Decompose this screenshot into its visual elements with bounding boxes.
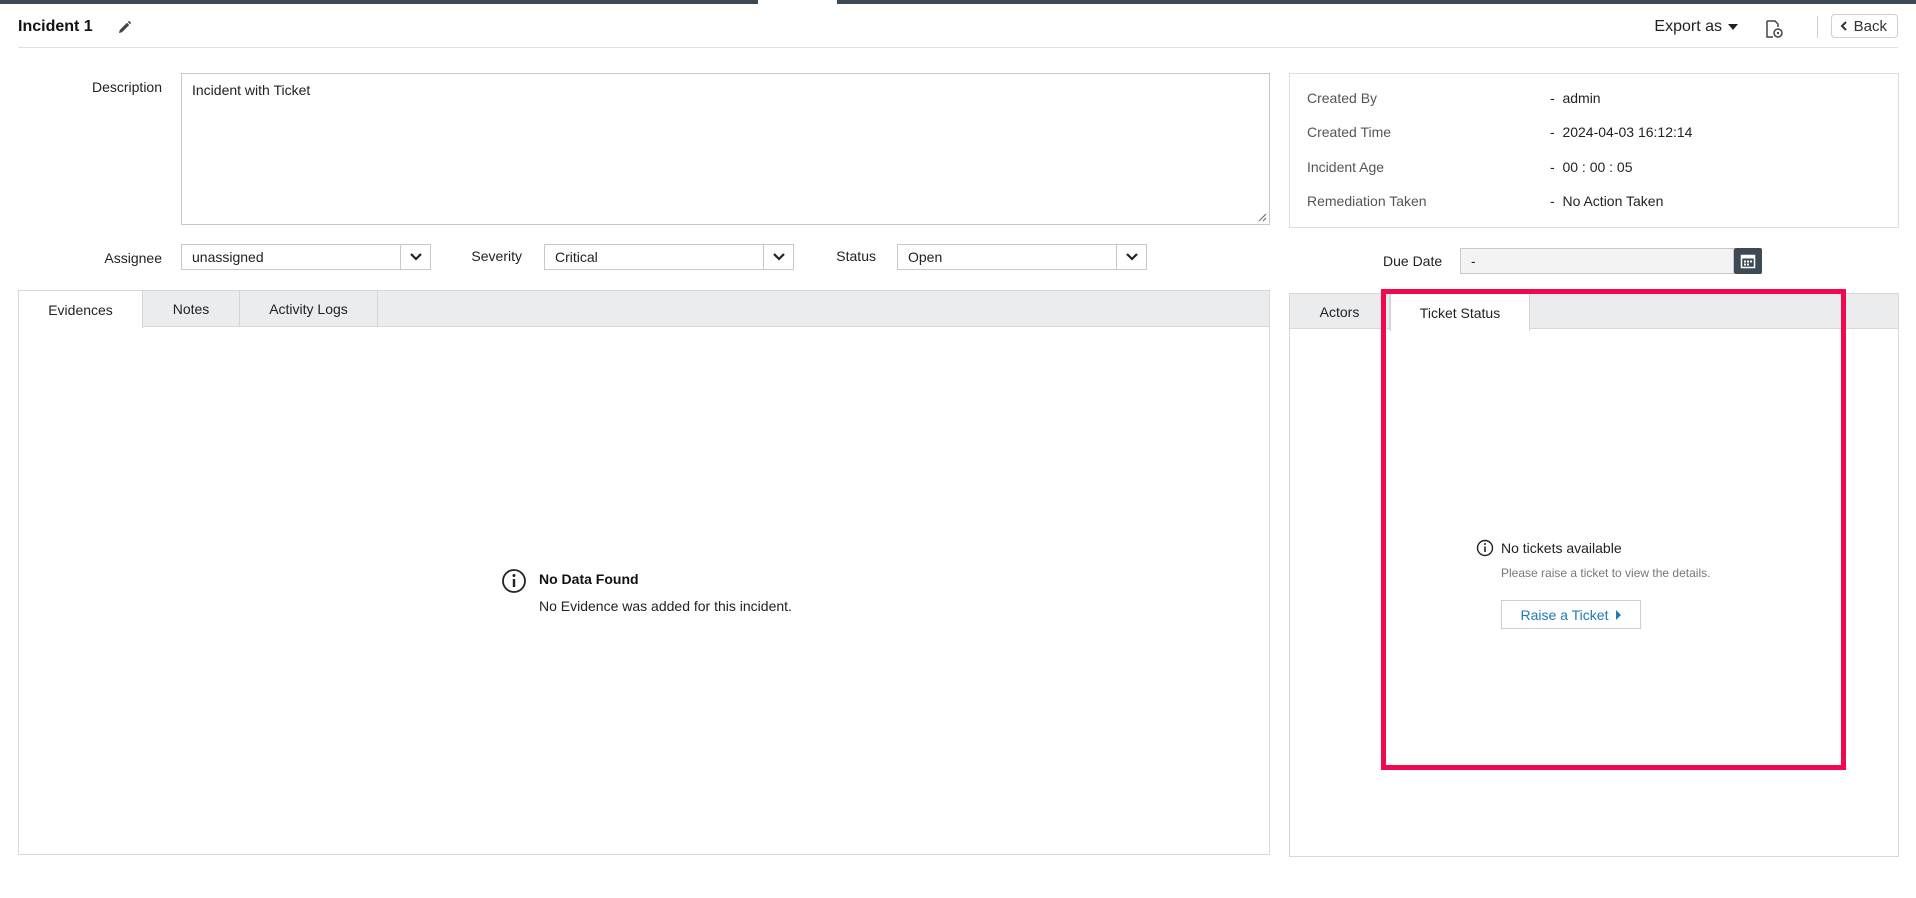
description-label: Description bbox=[91, 79, 162, 95]
raise-ticket-button[interactable]: Raise a Ticket bbox=[1501, 600, 1641, 629]
remediation-label: Remediation Taken bbox=[1307, 193, 1427, 209]
separator: - bbox=[1550, 90, 1555, 106]
tab-notes[interactable]: Notes bbox=[143, 291, 240, 327]
due-date-label: Due Date bbox=[1383, 253, 1443, 269]
pencil-icon[interactable] bbox=[113, 17, 135, 39]
due-date-input[interactable]: - bbox=[1460, 248, 1734, 274]
tab-evidences[interactable]: Evidences bbox=[19, 291, 143, 328]
report-settings-icon[interactable] bbox=[1762, 17, 1786, 41]
top-progress-bar-left bbox=[0, 0, 758, 4]
created-by-value: admin bbox=[1562, 90, 1601, 106]
created-time-value: 2024-04-03 16:12:14 bbox=[1562, 124, 1693, 140]
caret-right-icon bbox=[1616, 609, 1622, 620]
page-title: Incident 1 bbox=[18, 18, 93, 35]
status-label: Status bbox=[836, 248, 876, 264]
left-tab-bar: Evidences Notes Activity Logs bbox=[19, 291, 1269, 328]
remediation-value: No Action Taken bbox=[1562, 193, 1664, 209]
severity-label: Severity bbox=[471, 248, 522, 264]
export-as-dropdown[interactable]: Export as bbox=[1654, 18, 1738, 36]
separator: - bbox=[1550, 159, 1555, 175]
raise-ticket-label: Raise a Ticket bbox=[1520, 606, 1609, 623]
tab-activity-logs[interactable]: Activity Logs bbox=[240, 291, 378, 327]
status-value: Open bbox=[908, 249, 943, 265]
chevron-down-icon bbox=[763, 245, 793, 269]
incident-info-panel: Created By - admin Created Time - 2024-0… bbox=[1289, 73, 1899, 228]
assignee-label: Assignee bbox=[104, 250, 162, 266]
incident-age-value: 00 : 00 : 05 bbox=[1562, 159, 1633, 175]
info-icon bbox=[501, 568, 527, 594]
severity-select[interactable]: Critical bbox=[544, 244, 794, 270]
created-time-label: Created Time bbox=[1307, 124, 1392, 140]
chevron-left-icon bbox=[1840, 21, 1847, 31]
export-as-label: Export as bbox=[1654, 18, 1722, 35]
separator: - bbox=[1550, 124, 1555, 140]
assignee-value: unassigned bbox=[192, 249, 264, 265]
incident-age-label: Incident Age bbox=[1307, 159, 1385, 175]
no-data-title: No Data Found bbox=[539, 571, 639, 587]
description-value: Incident with Ticket bbox=[192, 82, 311, 98]
chevron-down-icon bbox=[400, 245, 430, 269]
no-tickets-message: Please raise a ticket to view the detail… bbox=[1501, 566, 1711, 580]
description-textarea[interactable]: Incident with Ticket bbox=[181, 73, 1270, 225]
calendar-button[interactable] bbox=[1734, 248, 1762, 274]
info-icon bbox=[1476, 539, 1494, 557]
caret-down-icon bbox=[1728, 23, 1738, 30]
no-data-message: No Evidence was added for this incident. bbox=[539, 598, 792, 614]
separator: - bbox=[1550, 193, 1555, 209]
back-button[interactable]: Back bbox=[1830, 14, 1898, 38]
tab-actors[interactable]: Actors bbox=[1290, 294, 1390, 330]
assignee-select[interactable]: unassigned bbox=[181, 244, 431, 270]
header-divider bbox=[1817, 16, 1818, 38]
created-by-label: Created By bbox=[1307, 90, 1378, 106]
no-tickets-title: No tickets available bbox=[1501, 540, 1622, 556]
status-select[interactable]: Open bbox=[897, 244, 1147, 270]
tab-ticket-status[interactable]: Ticket Status bbox=[1390, 294, 1530, 331]
top-progress-bar-right bbox=[837, 0, 1916, 4]
due-date-value: - bbox=[1471, 253, 1476, 269]
chevron-down-icon bbox=[1116, 245, 1146, 269]
resize-grip-icon[interactable] bbox=[1257, 212, 1267, 222]
page-header: Incident 1 Export as Back bbox=[18, 14, 1898, 48]
calendar-icon bbox=[1740, 254, 1756, 269]
ticket-status-panel: Actors Ticket Status No tickets availabl… bbox=[1289, 293, 1899, 857]
severity-value: Critical bbox=[555, 249, 598, 265]
evidences-panel: Evidences Notes Activity Logs No Data Fo… bbox=[18, 290, 1270, 855]
right-tab-bar: Actors Ticket Status bbox=[1290, 294, 1898, 331]
back-button-label: Back bbox=[1853, 17, 1887, 35]
